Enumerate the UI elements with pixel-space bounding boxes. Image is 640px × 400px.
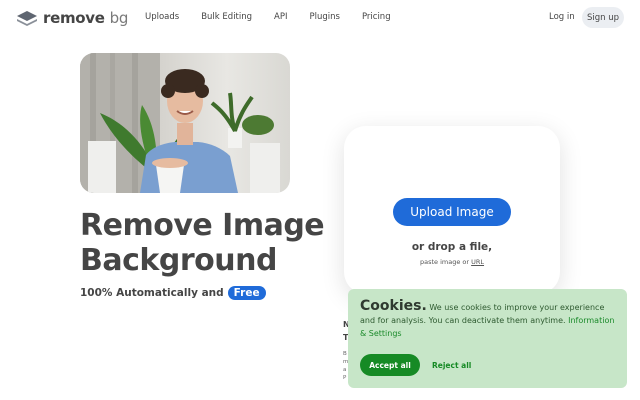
headline-line-2: Background <box>80 243 277 278</box>
subheadline-text: 100% Automatically and <box>80 287 224 299</box>
nav-bulk-editing[interactable]: Bulk Editing <box>201 12 252 22</box>
signup-button[interactable]: Sign up <box>582 7 624 28</box>
headline-line-1: Remove Image <box>80 208 325 243</box>
nav-links: Uploads Bulk Editing API Plugins Pricing <box>145 12 413 22</box>
reject-all-button[interactable]: Reject all <box>432 361 471 370</box>
accept-all-button[interactable]: Accept all <box>360 354 420 376</box>
drop-file-text: or drop a file, <box>411 241 493 253</box>
logo-icon <box>17 11 37 26</box>
paste-prefix: paste image or <box>419 258 470 266</box>
upload-image-button[interactable]: Upload Image <box>393 198 511 226</box>
url-link[interactable]: URL <box>471 258 484 266</box>
upload-card[interactable]: Upload Image or drop a file, paste image… <box>344 126 560 294</box>
top-nav: remove bg Uploads Bulk Editing API Plugi… <box>0 0 640 36</box>
page-title: Remove Image Background <box>80 208 325 278</box>
login-link[interactable]: Log in <box>549 12 575 22</box>
free-badge: Free <box>227 286 266 300</box>
logo[interactable]: remove bg <box>16 9 128 27</box>
hero-image <box>80 53 290 193</box>
nav-plugins[interactable]: Plugins <box>309 12 339 22</box>
nav-api[interactable]: API <box>274 12 287 22</box>
nav-uploads[interactable]: Uploads <box>145 12 179 22</box>
cookie-banner: Cookies. We use cookies to improve your … <box>348 289 627 388</box>
paste-text: paste image or URL <box>344 258 560 266</box>
logo-text: remove bg <box>43 9 129 27</box>
subheadline: 100% Automatically and Free <box>80 286 266 300</box>
cookie-text: Cookies. We use cookies to improve your … <box>360 298 616 340</box>
nav-pricing[interactable]: Pricing <box>362 12 391 22</box>
cookie-title: Cookies. <box>360 298 427 314</box>
